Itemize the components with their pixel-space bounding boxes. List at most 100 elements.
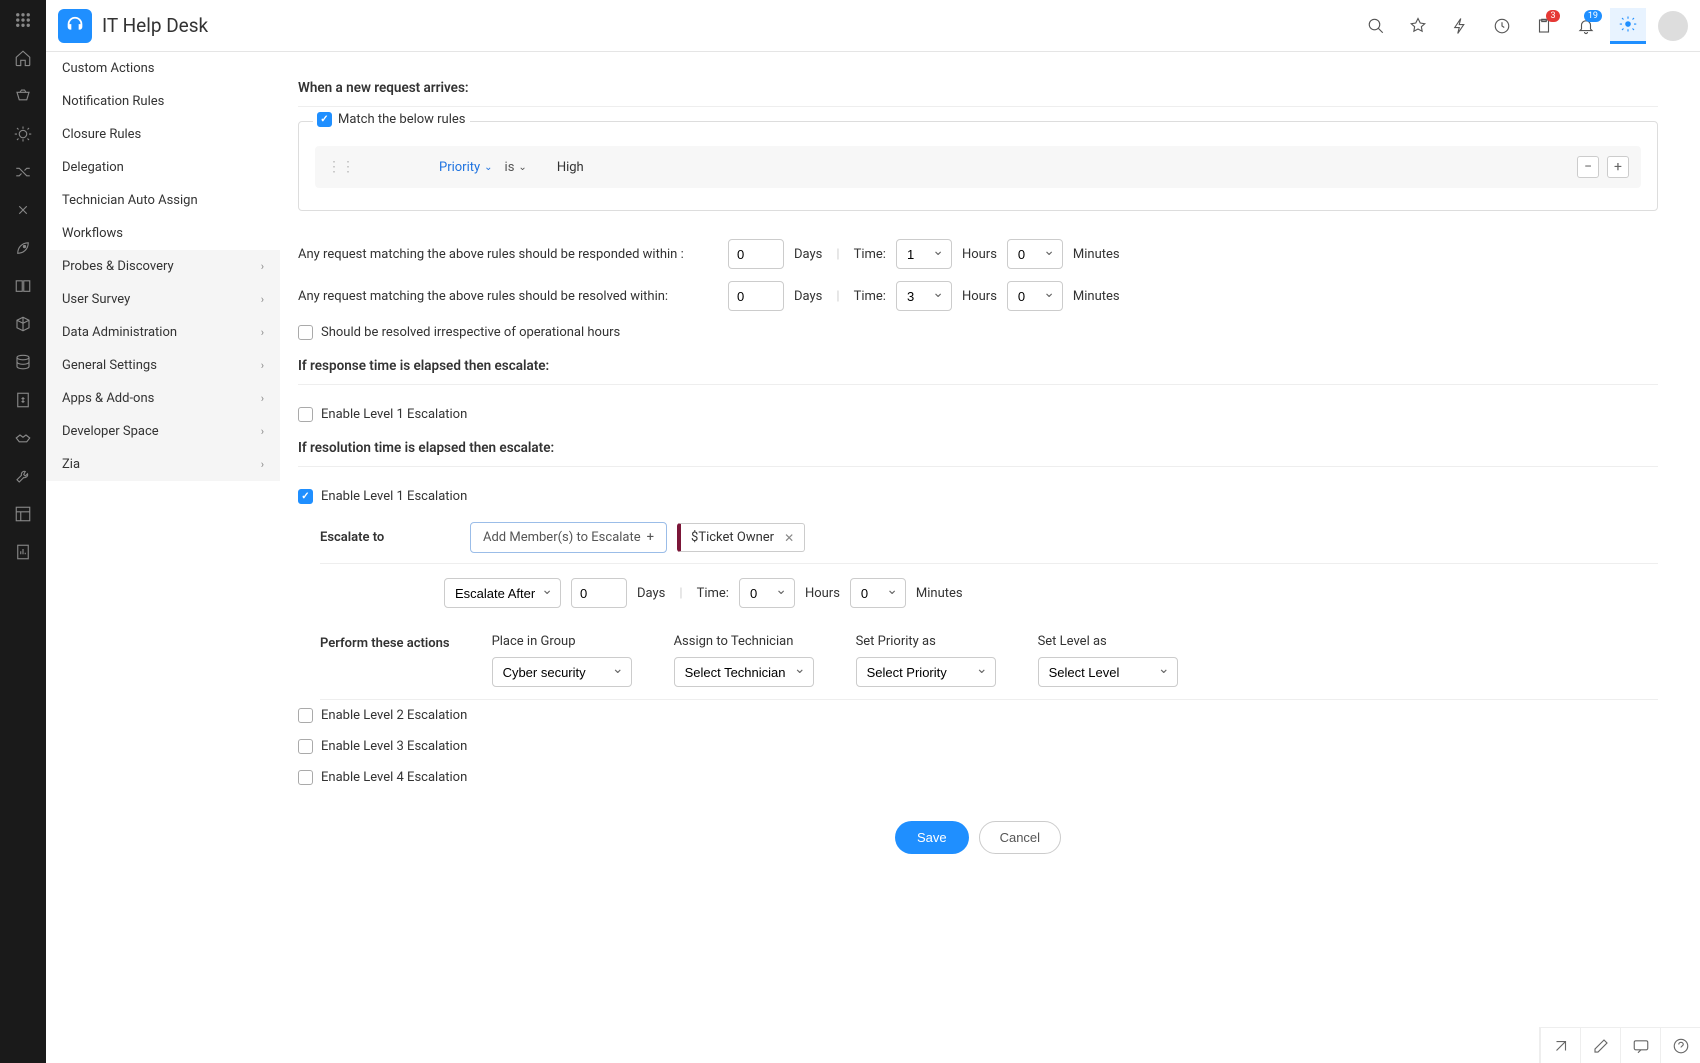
clipboard-badge: 3 xyxy=(1546,10,1560,22)
respond-days-input[interactable] xyxy=(728,239,784,269)
sidebar-item-user-survey[interactable]: User Survey› xyxy=(46,283,280,316)
sidebar-item-zia[interactable]: Zia› xyxy=(46,448,280,481)
sidebar-item-tech-auto-assign[interactable]: Technician Auto Assign xyxy=(46,184,280,217)
rule-field-dropdown[interactable]: Priority ⌄ xyxy=(439,160,493,175)
sidebar-item-custom-actions[interactable]: Custom Actions xyxy=(46,52,280,85)
search-icon[interactable] xyxy=(1358,8,1394,44)
bolt-icon[interactable] xyxy=(1442,8,1478,44)
save-button[interactable]: Save xyxy=(895,821,969,854)
place-group-head: Place in Group xyxy=(492,634,632,649)
resolution-l3-label: Enable Level 3 Escalation xyxy=(321,739,467,754)
add-rule-button[interactable]: + xyxy=(1607,156,1629,178)
resolution-l4-checkbox[interactable] xyxy=(298,770,313,785)
bell-icon[interactable]: 19 xyxy=(1568,8,1604,44)
resolve-within-label: Any request matching the above rules sho… xyxy=(298,289,718,304)
tools-icon[interactable] xyxy=(13,200,33,220)
wrench-icon[interactable] xyxy=(13,466,33,486)
book-icon[interactable] xyxy=(13,276,33,296)
resolution-l2-label: Enable Level 2 Escalation xyxy=(321,708,467,723)
rule-row: ⋮⋮ Priority ⌄ is ⌄ High − + xyxy=(315,146,1641,188)
escalate-after-select[interactable]: Escalate After xyxy=(444,578,561,608)
escafter-minutes-select[interactable]: 0 xyxy=(850,578,906,608)
user-avatar[interactable] xyxy=(1658,11,1688,41)
resolution-l2-checkbox[interactable] xyxy=(298,708,313,723)
ticket-owner-tag: $Ticket Owner ✕ xyxy=(677,523,805,552)
assign-tech-select[interactable]: Select Technician xyxy=(674,657,814,687)
escalate-to-label: Escalate to xyxy=(320,530,420,545)
cube-icon[interactable] xyxy=(13,314,33,334)
left-nav-rail xyxy=(0,0,46,1063)
sidebar-item-closure-rules[interactable]: Closure Rules xyxy=(46,118,280,151)
sidebar-item-notification-rules[interactable]: Notification Rules xyxy=(46,85,280,118)
ticket-icon[interactable] xyxy=(13,86,33,106)
resolution-l4-label: Enable Level 4 Escalation xyxy=(321,770,467,785)
rocket-icon[interactable] xyxy=(13,238,33,258)
drag-handle-icon[interactable]: ⋮⋮ xyxy=(327,159,355,175)
settings-sidebar: Custom Actions Notification Rules Closur… xyxy=(46,52,280,1063)
match-rules-checkbox[interactable] xyxy=(317,112,332,127)
irrespective-checkbox[interactable] xyxy=(298,325,313,340)
bell-badge: 19 xyxy=(1584,10,1602,22)
edit-icon[interactable] xyxy=(1580,1028,1620,1063)
shuffle-icon[interactable] xyxy=(13,162,33,182)
main-content: When a new request arrives: Match the be… xyxy=(280,52,1700,1063)
resolve-minutes-select[interactable]: 0 xyxy=(1007,281,1063,311)
resolution-escalate-heading: If resolution time is elapsed then escal… xyxy=(298,430,1658,467)
layout-icon[interactable] xyxy=(13,504,33,524)
resolution-l1-label: Enable Level 1 Escalation xyxy=(321,489,467,504)
set-priority-head: Set Priority as xyxy=(856,634,996,649)
response-l1-label: Enable Level 1 Escalation xyxy=(321,407,467,422)
irrespective-label: Should be resolved irrespective of opera… xyxy=(321,325,620,340)
pin-icon[interactable] xyxy=(1400,8,1436,44)
bug-icon[interactable] xyxy=(13,124,33,144)
reports-icon[interactable] xyxy=(13,542,33,562)
cancel-button[interactable]: Cancel xyxy=(979,821,1061,854)
resolve-days-input[interactable] xyxy=(728,281,784,311)
handshake-icon[interactable] xyxy=(13,428,33,448)
invoice-icon[interactable] xyxy=(13,390,33,410)
app-title: IT Help Desk xyxy=(102,14,208,37)
zia-icon[interactable] xyxy=(1540,1028,1580,1063)
response-escalate-heading: If response time is elapsed then escalat… xyxy=(298,348,1658,385)
settings-icon[interactable] xyxy=(1610,8,1646,44)
response-l1-checkbox[interactable] xyxy=(298,407,313,422)
sidebar-item-general-settings[interactable]: General Settings› xyxy=(46,349,280,382)
chat-icon[interactable] xyxy=(1620,1028,1660,1063)
database-icon[interactable] xyxy=(13,352,33,372)
remove-tag-icon[interactable]: ✕ xyxy=(784,531,794,545)
respond-within-label: Any request matching the above rules sho… xyxy=(298,247,718,262)
perform-actions-label: Perform these actions xyxy=(320,634,450,651)
sidebar-item-delegation[interactable]: Delegation xyxy=(46,151,280,184)
remove-rule-button[interactable]: − xyxy=(1577,156,1599,178)
respond-minutes-select[interactable]: 0 xyxy=(1007,239,1063,269)
set-level-head: Set Level as xyxy=(1038,634,1178,649)
history-icon[interactable] xyxy=(1484,8,1520,44)
sidebar-item-workflows[interactable]: Workflows xyxy=(46,217,280,250)
respond-hours-select[interactable]: 1 xyxy=(896,239,952,269)
help-icon[interactable] xyxy=(1660,1028,1700,1063)
place-group-select[interactable]: Cyber security xyxy=(492,657,632,687)
set-priority-select[interactable]: Select Priority xyxy=(856,657,996,687)
rule-value[interactable]: High xyxy=(539,160,584,175)
sidebar-item-data-admin[interactable]: Data Administration› xyxy=(46,316,280,349)
match-rules-label: Match the below rules xyxy=(338,112,466,127)
top-header: IT Help Desk 3 19 xyxy=(46,0,1700,52)
escafter-days-input[interactable] xyxy=(571,578,627,608)
apps-grid-icon[interactable] xyxy=(13,10,33,30)
resolution-l3-checkbox[interactable] xyxy=(298,739,313,754)
escafter-hours-select[interactable]: 0 xyxy=(739,578,795,608)
heading-new-request: When a new request arrives: xyxy=(298,70,1658,107)
match-rules-box: Match the below rules ⋮⋮ Priority ⌄ is ⌄… xyxy=(298,121,1658,211)
clipboard-icon[interactable]: 3 xyxy=(1526,8,1562,44)
bottom-toolbar xyxy=(1539,1027,1700,1063)
plus-icon: + xyxy=(647,530,654,545)
sidebar-item-apps-addons[interactable]: Apps & Add-ons› xyxy=(46,382,280,415)
add-members-button[interactable]: Add Member(s) to Escalate + xyxy=(470,522,667,553)
home-icon[interactable] xyxy=(13,48,33,68)
rule-op-dropdown[interactable]: is ⌄ xyxy=(505,160,527,175)
resolve-hours-select[interactable]: 3 xyxy=(896,281,952,311)
resolution-l1-checkbox[interactable] xyxy=(298,489,313,504)
sidebar-item-dev-space[interactable]: Developer Space› xyxy=(46,415,280,448)
sidebar-item-probes[interactable]: Probes & Discovery› xyxy=(46,250,280,283)
set-level-select[interactable]: Select Level xyxy=(1038,657,1178,687)
